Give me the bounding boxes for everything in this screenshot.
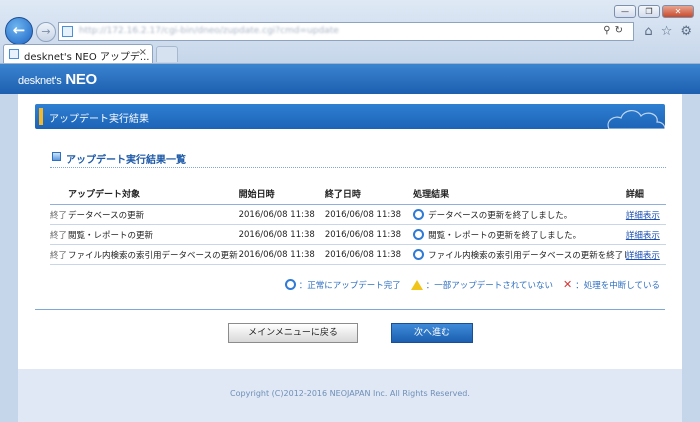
main-menu-button[interactable]: メインメニューに戻る [228, 323, 358, 343]
forward-arrow-icon[interactable]: → [36, 22, 56, 42]
row-start: 2016/06/08 11:38 [238, 224, 325, 245]
abort-x-icon: ✕ [563, 278, 573, 291]
tab-close-icon[interactable]: × [139, 47, 147, 58]
table-row: 終了 データベースの更新 2016/06/08 11:38 2016/06/08… [50, 204, 666, 225]
row-status: 終了 [50, 224, 69, 245]
gear-icon[interactable]: ⚙ [680, 24, 692, 39]
success-circle-icon [413, 208, 425, 220]
col-detail-header: 詳細 [625, 182, 666, 205]
col-result-header: 処理結果 [413, 182, 626, 205]
content-area: アップデート実行結果 アップデート実行結果一覧 アップデート対象 開始日時 終了… [0, 94, 700, 422]
tab-label: desknet's NEO アップデ... [24, 52, 150, 63]
section-divider [50, 167, 666, 168]
section-square-icon [52, 152, 61, 161]
detail-link[interactable]: 詳細表示 [626, 211, 660, 221]
refresh-icon[interactable]: ↻ [615, 25, 627, 36]
title-accent-bar [39, 108, 43, 125]
legend-partial: ：一部アップデートされていない [410, 278, 553, 291]
legend-aborted: ✕ ：処理を中断している [563, 278, 660, 291]
col-target-header: アップデート対象 [68, 182, 239, 205]
search-icon[interactable]: ⚲ [603, 25, 614, 36]
row-end: 2016/06/08 11:38 [324, 224, 414, 245]
row-result: ファイル内検索の索引用データベースの更新を終了しました。 [428, 250, 626, 261]
home-icon[interactable]: ⌂ [644, 24, 652, 39]
button-divider [35, 309, 665, 310]
tab-favicon-icon [9, 49, 19, 59]
detail-link[interactable]: 詳細表示 [626, 231, 660, 241]
browser-chrome: — ❐ ✕ ← → http://172.16.2.17/cgi-bin/dne… [0, 0, 700, 64]
maximize-button[interactable]: ❐ [638, 5, 660, 18]
browser-tab[interactable]: desknet's NEO アップデ... × [3, 44, 153, 63]
success-circle-icon [284, 279, 296, 290]
row-end: 2016/06/08 11:38 [324, 244, 414, 265]
row-start: 2016/06/08 11:38 [238, 204, 325, 225]
row-result: 閲覧・レポートの更新を終了しました。 [428, 230, 582, 241]
address-bar[interactable]: http://172.16.2.17/cgi-bin/dneo/zupdate.… [58, 22, 634, 41]
legend-ok: ：正常にアップデート完了 [284, 278, 401, 291]
page-title-bar: アップデート実行結果 [35, 104, 665, 129]
close-window-button[interactable]: ✕ [662, 5, 694, 18]
page-title: アップデート実行結果 [49, 114, 149, 125]
desknets-neo-logo: desknet's NEO [18, 71, 97, 88]
row-status: 終了 [50, 204, 69, 225]
row-start: 2016/06/08 11:38 [238, 244, 325, 265]
detail-link[interactable]: 詳細表示 [626, 251, 660, 261]
address-text[interactable]: http://172.16.2.17/cgi-bin/dneo/zupdate.… [79, 26, 339, 36]
col-start-header: 開始日時 [238, 182, 325, 205]
status-legend: ：正常にアップデート完了 ：一部アップデートされていない ✕ ：処理を中断してい… [284, 278, 660, 291]
page-favicon-icon [62, 26, 73, 37]
table-row: 終了 閲覧・レポートの更新 2016/06/08 11:38 2016/06/0… [50, 224, 666, 245]
row-target: ファイル内検索の索引用データベースの更新 [68, 244, 239, 265]
success-circle-icon [413, 228, 425, 240]
col-end-header: 終了日時 [324, 182, 414, 205]
favorites-star-icon[interactable]: ☆ [661, 24, 673, 39]
minimize-button[interactable]: — [614, 5, 636, 18]
window-controls: — ❐ ✕ [614, 5, 694, 18]
row-status: 終了 [50, 244, 69, 265]
copyright-text: Copyright (C)2012-2016 NEOJAPAN Inc. All… [230, 389, 470, 398]
row-target: データベースの更新 [68, 204, 239, 225]
row-target: 閲覧・レポートの更新 [68, 224, 239, 245]
warning-triangle-icon [410, 279, 423, 290]
section-title: アップデート実行結果一覧 [66, 155, 186, 166]
app-header: desknet's NEO [0, 64, 700, 94]
back-arrow-icon[interactable]: ← [5, 17, 33, 45]
update-results-table: アップデート対象 開始日時 終了日時 処理結果 詳細 終了 データベースの更新 … [50, 182, 666, 265]
table-row: 終了 ファイル内検索の索引用データベースの更新 2016/06/08 11:38… [50, 244, 666, 265]
success-circle-icon [413, 248, 425, 260]
next-button[interactable]: 次へ進む [391, 323, 473, 343]
row-end: 2016/06/08 11:38 [324, 204, 414, 225]
footer: Copyright (C)2012-2016 NEOJAPAN Inc. All… [18, 369, 682, 422]
new-tab-button[interactable] [156, 46, 178, 62]
table-header-row: アップデート対象 開始日時 終了日時 処理結果 詳細 [50, 182, 666, 205]
row-result: データベースの更新を終了しました。 [428, 210, 573, 221]
main-panel: アップデート実行結果 アップデート実行結果一覧 アップデート対象 開始日時 終了… [18, 94, 682, 422]
cloud-decoration-icon [607, 110, 665, 129]
